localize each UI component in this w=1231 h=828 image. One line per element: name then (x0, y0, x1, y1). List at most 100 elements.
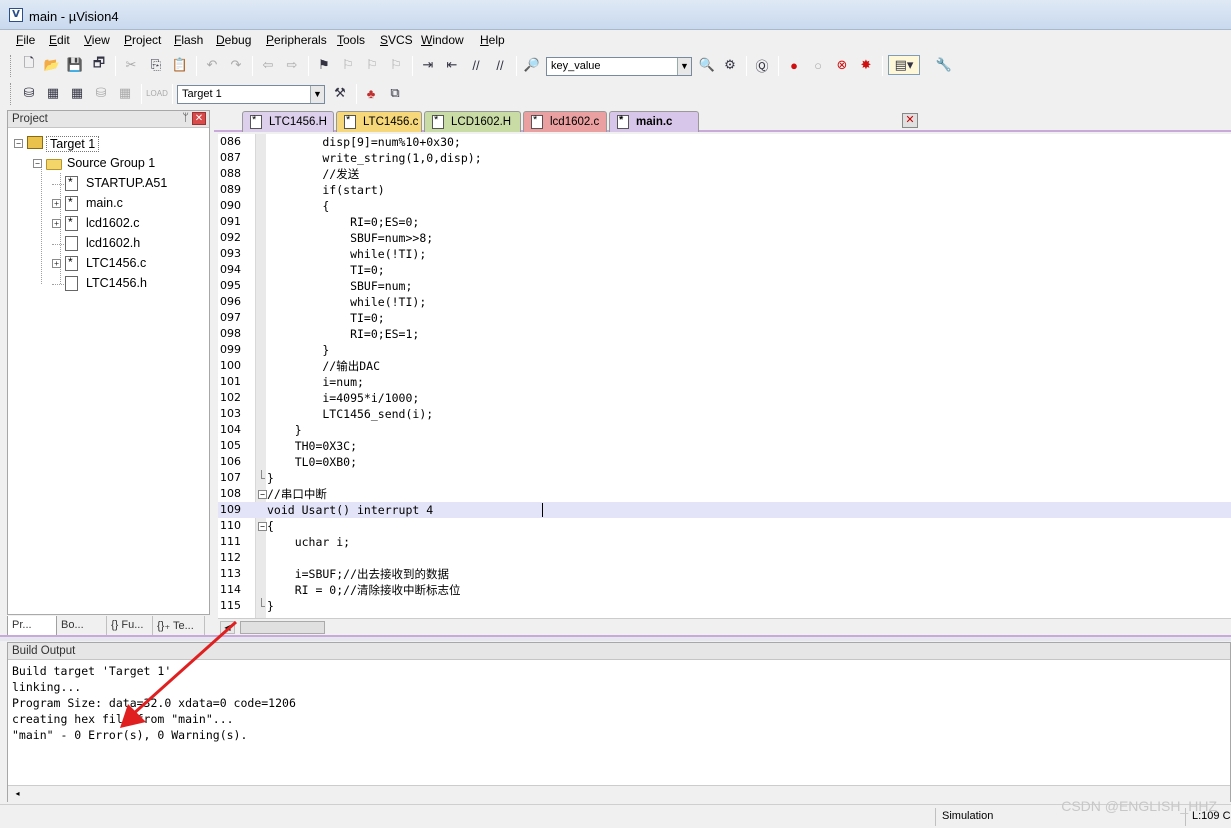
menu-svcs[interactable]: SVCS (380, 33, 413, 47)
code-line[interactable]: 115} (218, 598, 1231, 614)
toolbar-grip[interactable] (10, 55, 13, 77)
bookmark-clear-icon[interactable]: ⚐ (386, 55, 406, 75)
menu-view[interactable]: View (84, 33, 110, 47)
uncomment-icon[interactable]: // (490, 55, 510, 75)
bookmark-toggle-icon[interactable]: ⚑ (314, 55, 334, 75)
close-icon[interactable]: ✕ (192, 112, 206, 125)
code-line[interactable]: 108 −//串口中断 (218, 486, 1231, 502)
scroll-left-icon[interactable]: ◂ (10, 788, 25, 801)
collapse-icon[interactable]: − (14, 139, 23, 148)
fold-toggle-icon[interactable]: − (258, 522, 267, 531)
tree-item[interactable]: + main.c (52, 195, 198, 213)
code-line[interactable]: 111 uchar i; (218, 534, 1231, 550)
pin-icon[interactable]: ᛘ (182, 112, 189, 124)
tab-templates[interactable]: {}₊ Te... (153, 616, 205, 636)
debug-session-icon[interactable]: Ⓠ (752, 55, 772, 75)
chevron-down-icon[interactable]: ▼ (310, 86, 324, 103)
save-all-icon[interactable]: 🗗 (89, 55, 109, 75)
kill-breakpoints-icon[interactable]: ✸ (856, 55, 876, 75)
code-line[interactable]: 090 { (218, 198, 1231, 214)
code-line[interactable]: 098 RI=0;ES=1; (218, 326, 1231, 342)
code-line[interactable]: 086 disp[9]=num%10+0x30; (218, 134, 1231, 150)
code-line[interactable]: 089 if(start) (218, 182, 1231, 198)
code-line[interactable]: 088 //发送 (218, 166, 1231, 182)
tree-item[interactable]: lcd1602.h (52, 235, 198, 253)
tab-functions[interactable]: {} Fu... (107, 616, 153, 636)
copy-icon[interactable]: ⎘ (146, 55, 166, 75)
find-combo[interactable]: key_value ▼ (546, 57, 692, 76)
indent-icon[interactable]: ⇥ (418, 55, 438, 75)
tree-item[interactable]: − Source Group 1 (33, 155, 198, 173)
code-line[interactable]: 113 i=SBUF;//出去接收到的数据 (218, 566, 1231, 582)
comment-icon[interactable]: // (466, 55, 486, 75)
tree-item[interactable]: LTC1456.h (52, 275, 198, 293)
target-select[interactable]: Target 1 ▼ (177, 85, 325, 104)
target-options-icon[interactable]: ⚒ (330, 83, 350, 103)
expand-icon[interactable]: + (52, 259, 61, 268)
code-line[interactable]: 102 i=4095*i/1000; (218, 390, 1231, 406)
chevron-down-icon[interactable]: ▼ (677, 58, 691, 75)
code-line[interactable]: 112 (218, 550, 1231, 566)
open-folder-icon[interactable]: 📂 (42, 55, 62, 75)
redo-icon[interactable]: ↷ (226, 55, 246, 75)
editor-horizontal-scrollbar[interactable]: ◀ (218, 618, 1231, 635)
tab-books[interactable]: Bo... (57, 616, 107, 636)
menu-peripherals[interactable]: Peripherals (266, 33, 327, 47)
configure-tools-icon[interactable]: 🔧 (934, 55, 954, 75)
code-line[interactable]: 099 } (218, 342, 1231, 358)
cut-icon[interactable]: ✂ (121, 55, 141, 75)
menu-file[interactable]: File (16, 33, 35, 47)
translate-icon[interactable]: ⛁ (19, 83, 39, 103)
code-line[interactable]: 092 SBUF=num>>8; (218, 230, 1231, 246)
panel-splitter[interactable] (0, 635, 1231, 641)
window-layout-dropdown-icon[interactable]: ▤▾ (888, 55, 920, 75)
find-in-files-icon[interactable]: 🔎 (522, 55, 542, 75)
menu-tools[interactable]: Tools (337, 33, 365, 47)
stop-build-icon[interactable]: ▦ (115, 83, 135, 103)
bookmark-next-icon[interactable]: ⚐ (362, 55, 382, 75)
navigate-forward-icon[interactable]: ⇨ (282, 55, 302, 75)
bookmark-prev-icon[interactable]: ⚐ (338, 55, 358, 75)
navigate-back-icon[interactable]: ⇦ (258, 55, 278, 75)
toolbar-grip[interactable] (10, 83, 13, 105)
code-line[interactable]: 103 LTC1456_send(i); (218, 406, 1231, 422)
close-tab-icon[interactable]: ✕ (902, 113, 918, 128)
build-icon[interactable]: ▦ (43, 83, 63, 103)
tab-project[interactable]: Pr... (7, 616, 57, 636)
expand-icon[interactable]: + (52, 199, 61, 208)
insert-breakpoint-icon[interactable]: ● (784, 55, 804, 75)
code-editor[interactable]: 086 disp[9]=num%10+0x30; 087 write_string… (218, 134, 1231, 618)
tree-item[interactable]: − Target 1 (14, 135, 198, 153)
code-line[interactable]: 087 write_string(1,0,disp); (218, 150, 1231, 166)
save-icon[interactable]: 💾 (65, 55, 85, 75)
code-line[interactable]: 097 TI=0; (218, 310, 1231, 326)
editor-tab[interactable]: LCD1602.H (424, 111, 521, 132)
paste-icon[interactable]: 📋 (170, 55, 190, 75)
tree-item[interactable]: + lcd1602.c (52, 215, 198, 233)
editor-tab[interactable]: LTC1456.H (242, 111, 334, 132)
code-line[interactable]: 106 TL0=0XB0; (218, 454, 1231, 470)
code-line[interactable]: 105 TH0=0X3C; (218, 438, 1231, 454)
editor-tab[interactable]: main.c (609, 111, 699, 132)
menu-flash[interactable]: Flash (174, 33, 203, 47)
menu-debug[interactable]: Debug (216, 33, 251, 47)
tree-item[interactable]: + LTC1456.c (52, 255, 198, 273)
code-line[interactable]: 104 } (218, 422, 1231, 438)
unindent-icon[interactable]: ⇤ (442, 55, 462, 75)
select-packs-icon[interactable]: ⧉ (385, 83, 405, 103)
code-line[interactable]: 096 while(!TI); (218, 294, 1231, 310)
new-file-icon[interactable]: 🗋 (19, 55, 39, 75)
disable-breakpoints-icon[interactable]: ⊗ (832, 55, 852, 75)
enable-breakpoint-icon[interactable]: ○ (808, 55, 828, 75)
code-line[interactable]: 091 RI=0;ES=0; (218, 214, 1231, 230)
menu-help[interactable]: Help (480, 33, 505, 47)
code-line[interactable]: 094 TI=0; (218, 262, 1231, 278)
menu-edit[interactable]: Edit (49, 33, 70, 47)
code-line[interactable]: 093 while(!TI); (218, 246, 1231, 262)
incremental-find-icon[interactable]: ⚙ (720, 55, 740, 75)
code-line[interactable]: 107} (218, 470, 1231, 486)
scroll-left-icon[interactable]: ◀ (220, 621, 235, 634)
code-line[interactable]: 100 //输出DAC (218, 358, 1231, 374)
code-line[interactable]: 110 −{ (218, 518, 1231, 534)
download-icon[interactable]: LOAD (146, 83, 168, 103)
